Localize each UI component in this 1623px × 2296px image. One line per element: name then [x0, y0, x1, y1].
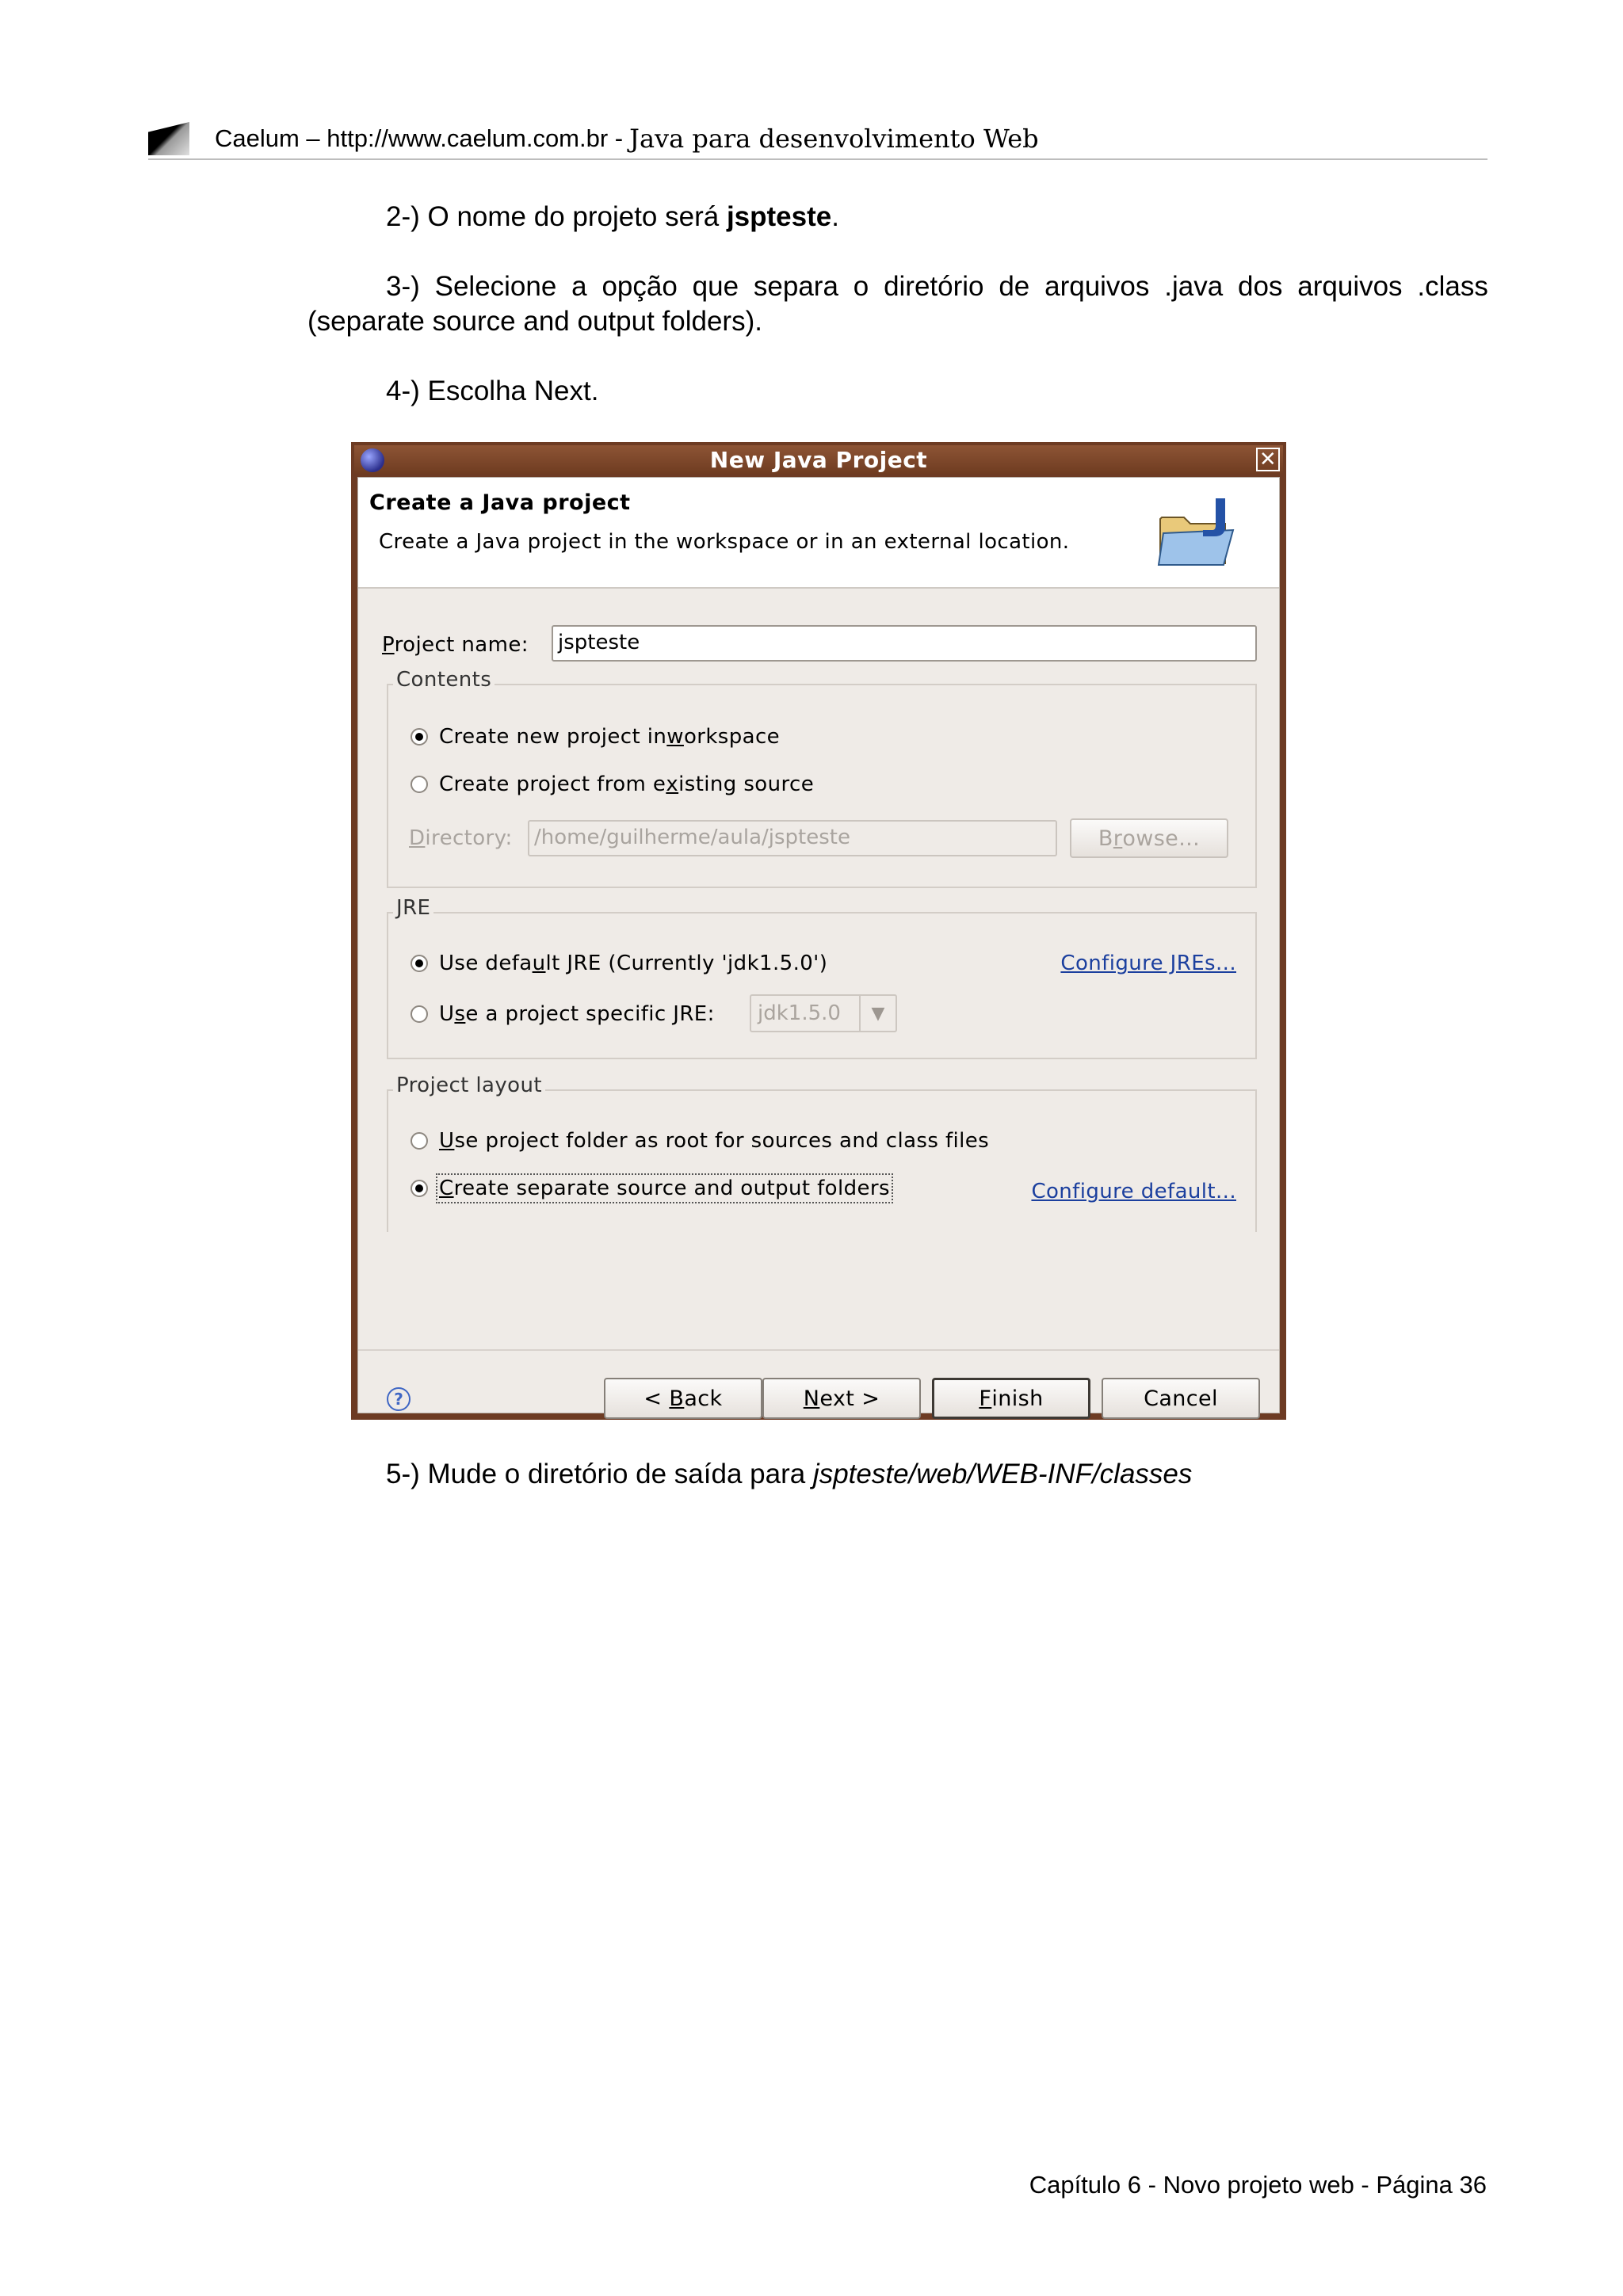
wizard-banner: Create a Java project Create a Java proj… — [358, 478, 1279, 589]
step-2: 2-) O nome do projeto será jspteste. — [386, 201, 839, 232]
radio-project-specific-jre[interactable]: Use a project specific JRE: — [411, 1002, 715, 1026]
contents-group: Contents Create new project in w orkspace… — [387, 668, 1257, 888]
radio-default-jre[interactable]: Use defa u lt JRE (Currently 'jdk1.5.0') — [411, 952, 827, 975]
radio-separate-folders[interactable]: Create separate source and output folder… — [411, 1173, 893, 1203]
header-subtitle: Java para desenvolvimento Web — [629, 124, 1039, 154]
header-brand: Caelum – http://www.caelum.com.br - — [215, 124, 624, 152]
focused-option-label: Create separate source and output folder… — [436, 1173, 893, 1203]
new-java-project-dialog: New Java Project ✕ Create a Java project… — [351, 442, 1286, 1420]
project-name-emphasis: jspteste — [726, 201, 832, 232]
banner-description: Create a Java project in the workspace o… — [379, 530, 1070, 554]
jre-group: JRE Use defa u lt JRE (Currently 'jdk1.5.0… — [387, 896, 1257, 1059]
step-3-line-1: 3-) Selecione a opção que separa o diret… — [386, 271, 1488, 302]
contents-group-title: Contents — [393, 668, 495, 692]
caelum-logo-icon — [148, 122, 189, 155]
radio-unselected-indicator[interactable] — [411, 1005, 428, 1023]
page-footer: Capítulo 6 - Novo projeto web - Página 3… — [1029, 2171, 1487, 2199]
finish-button[interactable]: Finish — [932, 1378, 1090, 1419]
banner-title: Create a Java project — [369, 490, 631, 515]
chevron-down-icon[interactable]: ▼ — [859, 996, 896, 1031]
dialog-title: New Java Project — [709, 446, 928, 473]
jre-group-title: JRE — [393, 896, 434, 920]
step-4: 4-) Escolha Next. — [386, 376, 599, 406]
project-layout-group: Project layout Use project folder as roo… — [387, 1074, 1257, 1232]
jre-select[interactable]: jdk1.5.0 ▼ — [750, 994, 897, 1032]
close-button[interactable]: ✕ — [1256, 448, 1280, 471]
button-bar-separator — [358, 1349, 1279, 1351]
directory-input[interactable]: /home/guilherme/aula/jspteste — [528, 820, 1057, 856]
project-name-label: Project name: — [382, 633, 529, 657]
output-path: jspteste/web/WEB-INF/classes — [812, 1459, 1193, 1489]
radio-folder-as-root[interactable]: Use project folder as root for sources a… — [411, 1129, 989, 1153]
configure-default-link[interactable]: Configure default... — [1031, 1180, 1236, 1203]
radio-selected-indicator[interactable] — [411, 955, 428, 972]
directory-label: Directory: — [409, 826, 513, 850]
step-5: 5-) Mude o diretório de saída para jspte… — [386, 1459, 1193, 1489]
help-icon[interactable]: ? — [387, 1387, 411, 1411]
radio-unselected-indicator[interactable] — [411, 776, 428, 793]
radio-unselected-indicator[interactable] — [411, 1132, 428, 1150]
radio-selected-indicator[interactable] — [411, 728, 428, 746]
radio-new-project-workspace[interactable]: Create new project in w orkspace — [411, 725, 780, 749]
back-button[interactable]: < Back — [604, 1378, 762, 1419]
java-folder-icon — [1157, 498, 1235, 566]
project-layout-group-title: Project layout — [393, 1074, 545, 1097]
step-3: 3-) Selecione a opção que separa o diret… — [307, 269, 1488, 339]
eclipse-icon — [361, 448, 384, 472]
page-header: Caelum – http://www.caelum.com.br - Java… — [148, 119, 1487, 160]
radio-selected-indicator[interactable] — [411, 1180, 428, 1197]
dialog-client: Create a Java project Create a Java proj… — [357, 477, 1280, 1419]
browse-button[interactable]: Br owse... — [1070, 818, 1228, 858]
configure-jres-link[interactable]: Configure JREs... — [1060, 952, 1236, 975]
dialog-titlebar[interactable]: New Java Project ✕ — [354, 445, 1283, 474]
radio-project-existing-source[interactable]: Create project from e x isting source — [411, 772, 814, 796]
project-name-input[interactable]: jspteste — [552, 625, 1257, 662]
cancel-button[interactable]: Cancel — [1102, 1378, 1260, 1419]
next-button[interactable]: Next > — [762, 1378, 921, 1419]
step-3-line-2: (separate source and output folders). — [307, 306, 762, 337]
